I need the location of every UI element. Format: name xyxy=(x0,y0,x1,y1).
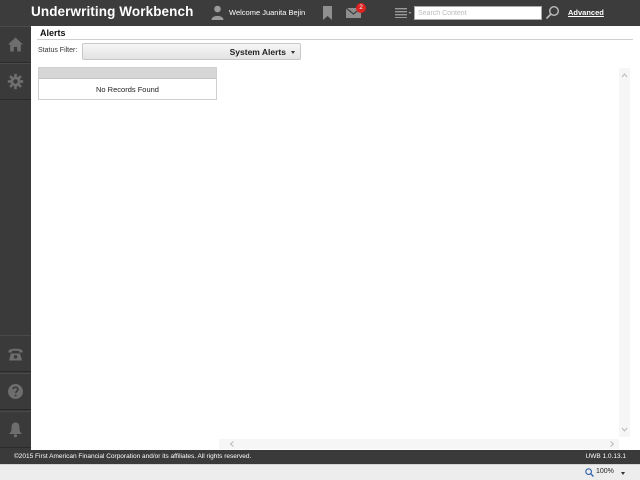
welcome-message: Welcome Juanita Bejin xyxy=(229,8,306,17)
phone-icon xyxy=(8,348,23,361)
sidebar-home-button[interactable] xyxy=(0,26,31,63)
scroll-right-arrow-icon[interactable] xyxy=(609,441,615,447)
advanced-search-link[interactable]: Advanced xyxy=(568,8,604,17)
status-filter-dropdown[interactable]: System Alerts xyxy=(82,43,301,60)
zoom-level[interactable]: 100% xyxy=(596,468,614,475)
left-sidebar xyxy=(0,26,31,450)
chevron-down-icon xyxy=(291,51,295,54)
page-title: Alerts xyxy=(40,28,66,38)
zoom-dropdown-chevron-icon[interactable] xyxy=(621,472,625,475)
gear-icon xyxy=(7,73,24,90)
vertical-scrollbar[interactable] xyxy=(619,68,630,437)
status-filter-value: System Alerts xyxy=(229,47,286,57)
sidebar-help-button[interactable] xyxy=(0,373,31,410)
user-icon xyxy=(211,5,224,20)
home-icon xyxy=(8,37,23,52)
bookmark-icon[interactable] xyxy=(322,6,333,20)
mail-count-badge: 2 xyxy=(356,3,366,13)
scroll-left-arrow-icon[interactable] xyxy=(229,441,235,447)
copyright-text: ©2015 First American Financial Corporati… xyxy=(14,453,252,460)
alerts-grid: No Records Found xyxy=(38,67,217,100)
grid-empty-message: No Records Found xyxy=(96,85,159,94)
sidebar-notifications-button[interactable] xyxy=(0,411,31,448)
main-content: Alerts Status Filter: System Alerts No R… xyxy=(31,26,640,450)
scroll-down-arrow-icon[interactable] xyxy=(621,426,628,433)
version-label: UWB 1.0.13.1 xyxy=(585,453,626,460)
status-filter-label: Status Filter: xyxy=(38,47,78,54)
app-footer: ©2015 First American Financial Corporati… xyxy=(0,450,640,464)
bell-icon xyxy=(9,422,22,438)
list-icon[interactable] xyxy=(395,8,412,18)
sidebar-contact-button[interactable] xyxy=(0,335,31,372)
search-input[interactable] xyxy=(414,6,542,20)
sidebar-settings-button[interactable] xyxy=(0,63,31,100)
scroll-up-arrow-icon[interactable] xyxy=(621,72,628,79)
browser-status-bar: 100% xyxy=(0,464,640,480)
top-header: Underwriting Workbench Welcome Juanita B… xyxy=(0,0,640,26)
zoom-icon[interactable] xyxy=(585,468,594,477)
help-icon xyxy=(8,384,23,399)
grid-header xyxy=(39,68,216,79)
horizontal-scrollbar[interactable] xyxy=(219,439,619,449)
title-divider xyxy=(37,39,633,40)
search-icon[interactable] xyxy=(545,5,560,20)
app-title: Underwriting Workbench xyxy=(31,4,194,19)
